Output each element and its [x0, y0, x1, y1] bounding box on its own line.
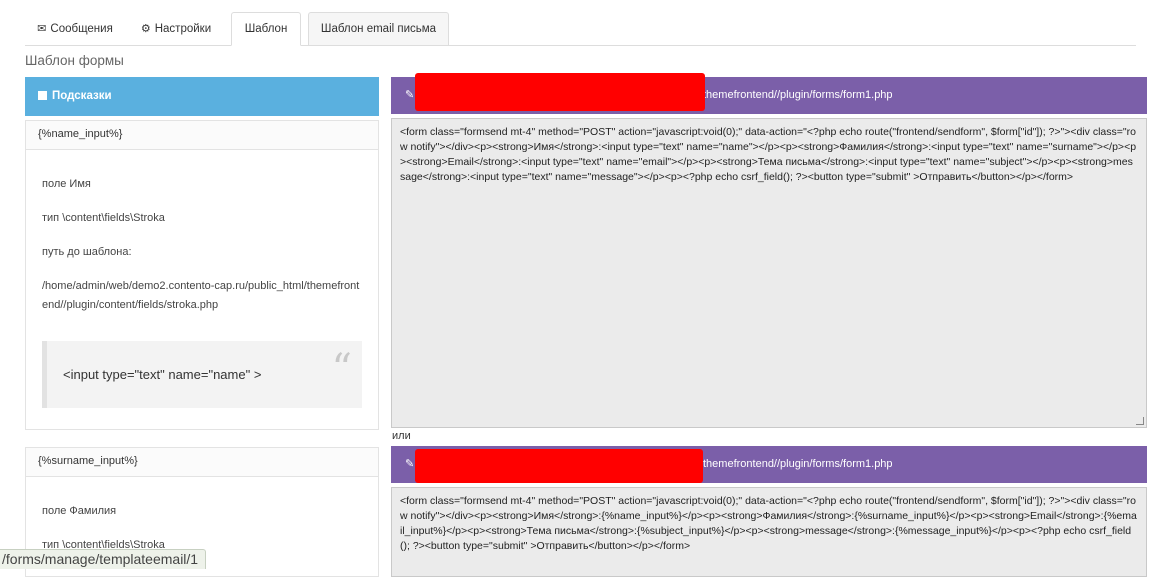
tab-label: Шаблон email письма [321, 23, 436, 35]
hint-code-quote: <input type="text" name="name" > “ [42, 341, 362, 408]
hint-key: {%name_input%} [26, 121, 378, 150]
pencil-icon: ✎ [405, 458, 414, 470]
envelope-icon: ✉ [37, 13, 46, 46]
code-text: <form class="formsend mt-4" method="POST… [400, 126, 1136, 183]
template-code-editor[interactable]: <form class="formsend mt-4" method="POST… [391, 118, 1147, 428]
hint-field-name: поле Фамилия [42, 502, 362, 521]
tab-label: Шаблон [245, 23, 288, 35]
tab-bar: ✉ Сообщения ⚙ Настройки Шаблон Шаблон emai… [25, 12, 1136, 46]
quote-icon: “ [332, 339, 352, 399]
tab-label: Сообщения [50, 23, 112, 35]
tab-label: Настройки [155, 23, 211, 35]
hint-field-type: тип \content\fields\Stroka [42, 209, 362, 228]
resize-handle[interactable] [1136, 417, 1144, 425]
note-icon [38, 91, 47, 100]
or-separator: или [392, 430, 411, 442]
hints-header: Подсказки [25, 77, 379, 116]
redaction-block [415, 73, 705, 111]
code-text: <form class="formsend mt-4" method="POST… [400, 495, 1137, 552]
file-path: themefrontend//plugin/forms/form1.php [703, 77, 893, 114]
hint-path: /home/admin/web/demo2.contento-cap.ru/pu… [42, 277, 362, 315]
tab-template[interactable]: Шаблон [231, 12, 301, 46]
quote-text: <input type="text" name="name" > [63, 367, 261, 382]
gear-icon: ⚙ [141, 13, 151, 46]
redaction-block [415, 449, 703, 483]
template-code-editor[interactable]: <form class="formsend mt-4" method="POST… [391, 487, 1147, 577]
hints-title: Подсказки [52, 90, 112, 102]
hint-path-label: путь до шаблона: [42, 243, 362, 262]
tab-settings[interactable]: ⚙ Настройки [135, 12, 217, 46]
hint-field-name: поле Имя [42, 175, 362, 194]
status-bar-url: /forms/manage/templateemail/1 [0, 549, 206, 569]
hint-card: {%name_input%} поле Имя тип \content\fie… [25, 120, 379, 430]
file-path: themefrontend//plugin/forms/form1.php [703, 446, 893, 483]
hint-key: {%surname_input%} [26, 448, 378, 477]
tab-messages[interactable]: ✉ Сообщения [31, 12, 119, 46]
section-title: Шаблон формы [25, 53, 124, 68]
pencil-icon: ✎ [405, 89, 414, 101]
tab-email-template[interactable]: Шаблон email письма [308, 12, 449, 46]
